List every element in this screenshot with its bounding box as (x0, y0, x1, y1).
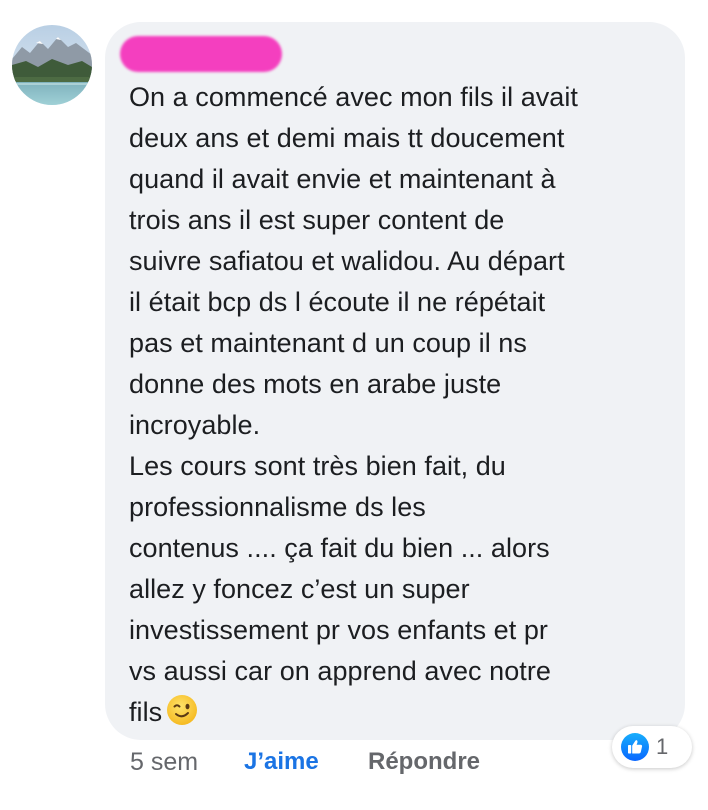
comment-line: pas et maintenant d un coup il ns (129, 328, 527, 358)
comment-last-line: fils (129, 692, 681, 733)
reply-button[interactable]: Répondre (368, 744, 480, 780)
comment-timestamp[interactable]: 5 sem (130, 744, 198, 780)
comment-line: allez y foncez c’est un super (129, 574, 470, 604)
reaction-count: 1 (656, 734, 669, 759)
comment-line: Les cours sont très bien fait, du (129, 451, 506, 481)
comment-screen: On a commencé avec mon fils il avait deu… (0, 0, 708, 810)
comment-line: il était bcp ds l écoute il ne répétait (129, 287, 546, 317)
comment-line: professionnalisme ds les (129, 492, 426, 522)
avatar[interactable] (12, 25, 92, 105)
comment-text: On a commencé avec mon fils il avait deu… (129, 77, 681, 733)
comment-line: donne des mots en arabe juste (129, 369, 502, 399)
comment-line: suivre safiatou et walidou. Au départ (129, 246, 565, 276)
comment-line: quand il avait envie et maintenant à (129, 164, 556, 194)
comment-line: On a commencé avec mon fils il avait (129, 82, 578, 112)
comment-actions-bar: 5 sem J’aime Répondre (0, 744, 708, 784)
avatar-landscape-image (12, 25, 92, 105)
comment-line: vs aussi car on apprend avec notre (129, 656, 551, 686)
comment-line: contenus .... ça fait du bien ... alors (129, 533, 550, 563)
comment-line: deux ans et demi mais tt doucement (129, 123, 565, 153)
reactions-summary[interactable]: 1 (612, 726, 692, 768)
comment-line: fils (129, 697, 163, 727)
author-name-redacted (120, 36, 282, 72)
like-thumbs-up-icon (620, 732, 650, 762)
like-button[interactable]: J’aime (244, 744, 319, 780)
comment-line: investissement pr vos enfants et pr (129, 615, 548, 645)
comment-line: incroyable. (129, 410, 261, 440)
winking-face-emoji-icon (166, 694, 198, 726)
comment-line: trois ans il est super content de (129, 205, 505, 235)
